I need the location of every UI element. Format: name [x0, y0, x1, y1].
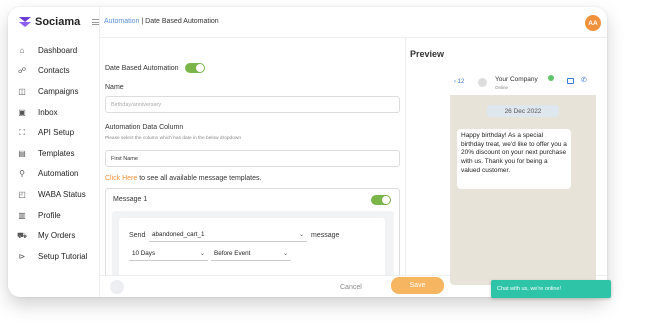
sidebar-item-label: Dashboard	[38, 45, 78, 55]
message-inner: Send abandoned_cart_1 ⌄ message 10 Days …	[112, 211, 394, 275]
message-settings: Send abandoned_cart_1 ⌄ message 10 Days …	[119, 218, 385, 275]
sidebar-item-label: Campaigns	[38, 86, 79, 96]
top-bar: Automation | Date Based Automation AA	[100, 7, 607, 38]
chevron-down-icon: ⌄	[282, 251, 288, 257]
sociama-logo-icon	[19, 17, 31, 27]
sidebar-item-label: Profile	[38, 210, 61, 220]
column-select[interactable]: First Name	[105, 150, 400, 167]
breadcrumb-current: Date Based Automation	[145, 18, 219, 25]
sidebar-item-waba-status[interactable]: ◰ WABA Status	[17, 184, 87, 205]
message-title: Message 1	[113, 196, 148, 203]
sidebar-item-my-orders[interactable]: ⛟ My Orders	[17, 225, 87, 246]
preview-panel: Preview ‹ 12 Your Company Online ✆ 26 De…	[405, 38, 607, 285]
event-select[interactable]: Before Event ⌄	[211, 247, 291, 261]
automation-icon: ⚲	[19, 169, 25, 179]
sidebar-item-label: Setup Tutorial	[38, 251, 88, 261]
save-button[interactable]: Save	[391, 277, 444, 294]
sidebar-item-label: Templates	[38, 148, 75, 158]
chevron-down-icon: ⌄	[199, 251, 205, 257]
sidebar-item-api-setup[interactable]: ⛶ API Setup	[17, 122, 87, 143]
days-select[interactable]: 10 Days ⌄	[129, 247, 208, 261]
sidebar-item-dashboard[interactable]: ⌂ Dashboard	[17, 40, 87, 61]
cancel-button[interactable]: Cancel	[340, 284, 362, 291]
sidebar-item-label: WABA Status	[38, 189, 86, 199]
back-circle-button[interactable]	[110, 280, 124, 294]
preview-title: Preview	[410, 49, 445, 59]
message-toggle[interactable]	[371, 195, 391, 205]
chat-widget-button[interactable]: Chat with us, we're online!	[491, 280, 611, 298]
user-avatar[interactable]: AA	[585, 15, 601, 31]
api-icon: ⛶	[19, 127, 25, 137]
breadcrumb: Automation | Date Based Automation	[104, 18, 219, 25]
video-call-icon	[567, 78, 574, 84]
chat-header: ‹ 12 Your Company Online ✆	[450, 70, 596, 95]
campaigns-icon: ◫	[18, 86, 26, 96]
sidebar-item-label: My Orders	[38, 231, 76, 241]
date-chip: 26 Dec 2022	[487, 105, 559, 117]
brand-name: Sociama	[35, 16, 81, 28]
days-select-value: 10 Days	[132, 250, 156, 257]
sidebar-item-label: Contacts	[38, 66, 70, 76]
sidebar-item-profile[interactable]: ▥ Profile	[17, 205, 87, 226]
profile-icon: ▥	[18, 210, 26, 220]
sidebar-item-inbox[interactable]: ▣ Inbox	[17, 102, 87, 123]
back-chevron-icon: ‹ 12	[454, 79, 465, 85]
sidebar-item-label: Inbox	[38, 107, 58, 117]
sidebar-item-label: API Setup	[38, 128, 75, 138]
breadcrumb-automation[interactable]: Automation	[104, 18, 139, 25]
click-here-link[interactable]: Click Here	[105, 175, 137, 182]
play-icon: ⊳	[18, 251, 26, 261]
verified-icon	[548, 75, 554, 81]
contacts-icon: ☍	[17, 66, 27, 76]
cart-icon: ⛟	[16, 230, 28, 240]
column-label: Automation Data Column	[105, 124, 184, 131]
message-card: Message 1 Send abandoned_cart_1 ⌄ messag…	[105, 188, 400, 275]
chevron-down-icon: ⌄	[298, 232, 304, 238]
home-icon: ⌂	[19, 45, 25, 55]
name-label: Name	[105, 84, 124, 91]
phone-icon: ✆	[581, 77, 587, 84]
brand-logo[interactable]: Sociama	[18, 15, 80, 29]
template-select-value: abandoned_cart_1	[152, 231, 205, 238]
sidebar-nav: ⌂ Dashboard ☍ Contacts ◫ Campaigns ▣ Inbox ⛶…	[17, 40, 87, 267]
message-bubble: Happy birthday! As a special birthday tr…	[457, 129, 571, 189]
waba-icon: ◰	[18, 189, 26, 199]
templates-hint: Click Here to see all available message …	[105, 175, 261, 182]
app-window: Sociama ⌂ Dashboard ☍ Contacts ◫ Campaigns …	[8, 7, 607, 297]
column-hint: Please select the column which has date …	[105, 136, 241, 141]
send-label: Send	[129, 232, 146, 239]
date-automation-label: Date Based Automation	[105, 64, 179, 72]
template-select[interactable]: abandoned_cart_1 ⌄	[149, 228, 307, 242]
phone-preview: ‹ 12 Your Company Online ✆ 26 Dec 2022 H…	[450, 70, 596, 285]
date-automation-row: Date Based Automation	[105, 63, 205, 73]
sidebar-item-contacts[interactable]: ☍ Contacts	[17, 61, 87, 82]
back-count: 12	[457, 79, 465, 85]
name-input[interactable]: Birthday/anniversary	[105, 96, 400, 113]
contact-avatar	[478, 78, 487, 87]
date-automation-toggle[interactable]	[184, 63, 205, 73]
sidebar-item-campaigns[interactable]: ◫ Campaigns	[17, 81, 87, 102]
inbox-icon: ▣	[18, 107, 26, 117]
templates-icon: ▤	[18, 148, 26, 158]
message-word: message	[311, 232, 340, 239]
sidebar-item-label: Automation	[38, 169, 79, 179]
sidebar: Sociama ⌂ Dashboard ☍ Contacts ◫ Campaigns …	[8, 7, 100, 297]
automation-form: Date Based Automation Name Birthday/anni…	[100, 38, 405, 275]
event-select-value: Before Event	[214, 250, 251, 257]
sidebar-item-templates[interactable]: ▤ Templates	[17, 143, 87, 164]
menu-toggle-icon[interactable]	[92, 19, 99, 25]
online-status: Online	[495, 85, 509, 90]
sidebar-item-automation[interactable]: ⚲ Automation	[17, 164, 87, 185]
sidebar-item-setup-tutorial[interactable]: ⊳ Setup Tutorial	[17, 246, 88, 267]
templates-hint-text: to see all available message templates.	[137, 175, 262, 182]
company-name: Your Company	[495, 76, 538, 83]
